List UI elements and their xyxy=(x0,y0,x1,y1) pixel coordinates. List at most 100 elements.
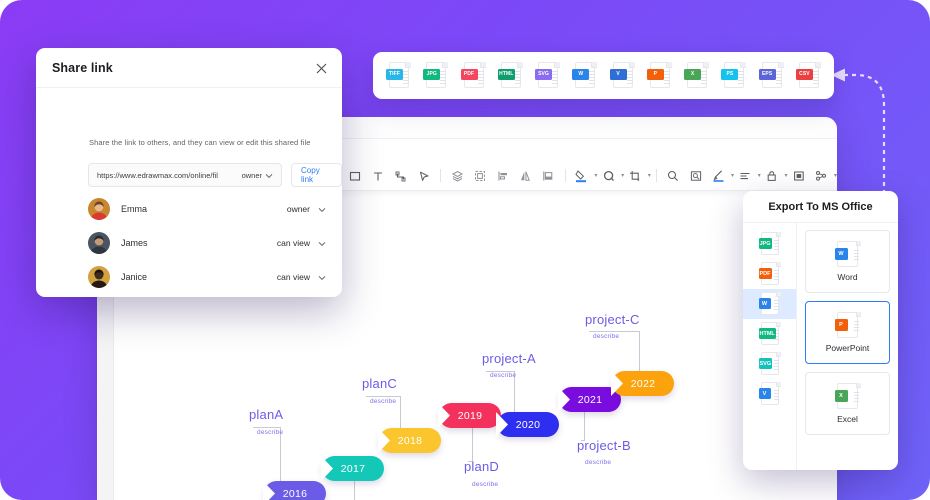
share-url-permission[interactable]: owner xyxy=(242,171,262,180)
timeline-leader-line xyxy=(400,396,401,428)
timeline-describe: describe xyxy=(593,333,620,340)
export-card-excel[interactable]: X Excel xyxy=(805,372,890,435)
zoom-icon[interactable] xyxy=(662,165,685,187)
timeline-label: project-A xyxy=(482,351,536,366)
copy-link-button[interactable]: Copy link xyxy=(291,163,342,187)
export-card-powerpoint[interactable]: P PowerPoint xyxy=(805,301,890,364)
connector-icon[interactable] xyxy=(389,165,412,187)
person-role[interactable]: can view xyxy=(277,272,310,282)
format-icon-csv[interactable]: CSV xyxy=(795,61,821,90)
chevron-down-icon[interactable] xyxy=(318,234,326,252)
export-rail-item-jpg[interactable]: JPG xyxy=(743,229,796,259)
page-fold xyxy=(628,61,635,68)
export-rail-item-v[interactable]: V xyxy=(743,379,796,409)
export-rail-item-svg[interactable]: SVG xyxy=(743,349,796,379)
export-format-rail: JPG PDF W HTML SVG V xyxy=(743,223,797,470)
timeline-describe: describe xyxy=(257,429,284,436)
person-role[interactable]: owner xyxy=(287,204,310,214)
crop-icon[interactable] xyxy=(624,165,647,187)
export-card-word[interactable]: W Word xyxy=(805,230,890,293)
line-style-icon[interactable] xyxy=(734,165,757,187)
text-icon[interactable] xyxy=(367,165,390,187)
format-label: JPG xyxy=(423,68,441,80)
format-label: PS xyxy=(721,68,739,80)
format-icon-eps[interactable]: EPS xyxy=(758,61,784,90)
cursor-icon[interactable] xyxy=(412,165,435,187)
format-icon-w[interactable]: W xyxy=(572,61,598,90)
share-url-field[interactable]: https://www.edrawmax.com/online/fil owne… xyxy=(88,163,283,187)
page-fold xyxy=(740,61,747,68)
person-name: James xyxy=(121,238,148,248)
format-icon-html[interactable]: HTML xyxy=(497,61,523,90)
chevron-down-icon[interactable] xyxy=(318,200,326,218)
line-color-icon[interactable] xyxy=(597,165,620,187)
page-lines xyxy=(552,70,559,86)
export-rail-item-pdf[interactable]: PDF xyxy=(743,259,796,289)
page-lines xyxy=(663,70,670,86)
arrange-icon[interactable] xyxy=(810,165,833,187)
timeline-leader-line xyxy=(589,331,640,332)
align-left-icon[interactable] xyxy=(491,165,514,187)
toolbar-separator xyxy=(564,169,566,182)
format-icon-svg[interactable]: SVG xyxy=(535,61,561,90)
timeline-label: planD xyxy=(464,459,499,474)
rectangle-icon[interactable] xyxy=(344,165,367,187)
file-icon: HTML xyxy=(758,322,781,346)
timeline-describe: describe xyxy=(472,481,499,488)
lock-icon[interactable] xyxy=(761,165,784,187)
format-label: CSV xyxy=(795,68,813,80)
close-icon[interactable] xyxy=(313,60,329,76)
format-icon-p[interactable]: P xyxy=(646,61,672,90)
toolbar-separator xyxy=(655,169,657,182)
timeline-chip-2016[interactable]: 2016 xyxy=(264,481,326,500)
layers-icon[interactable] xyxy=(446,165,469,187)
page-lines xyxy=(701,70,708,86)
share-dialog-subtitle: Share the link to others, and they can v… xyxy=(89,138,311,147)
group-icon[interactable] xyxy=(469,165,492,187)
person-role[interactable]: can view xyxy=(277,238,310,248)
timeline-label: planA xyxy=(249,407,284,422)
page-lines xyxy=(403,70,409,86)
page-fold xyxy=(554,61,561,68)
file-icon: P xyxy=(834,312,861,339)
timeline-leader-line xyxy=(366,396,401,397)
format-icon-v[interactable]: V xyxy=(609,61,635,90)
fill-color-icon[interactable] xyxy=(571,165,594,187)
find-replace-icon[interactable] xyxy=(685,165,708,187)
format-icon-pdf[interactable]: PDF xyxy=(460,61,486,90)
format-label: TIFF xyxy=(386,68,403,80)
format-label: SVG xyxy=(535,68,553,80)
timeline-label: project-C xyxy=(585,312,640,327)
format-icon-x[interactable]: X xyxy=(684,61,710,90)
export-rail-item-html[interactable]: HTML xyxy=(743,319,796,349)
format-icon-ps[interactable]: PS xyxy=(721,61,747,90)
shadow-icon[interactable] xyxy=(788,165,811,187)
timeline-label: planC xyxy=(362,376,397,391)
avatar xyxy=(88,232,110,254)
align-bottom-icon[interactable] xyxy=(537,165,560,187)
file-icon: W xyxy=(834,241,861,268)
pen-icon[interactable] xyxy=(707,165,730,187)
file-icon: PDF xyxy=(758,262,781,286)
page-fold xyxy=(405,61,411,68)
share-link-dialog: Share link Share the link to others, and… xyxy=(36,48,342,297)
page-fold xyxy=(479,61,486,68)
format-label: EPS xyxy=(758,68,776,80)
export-format-strip: TIFF JPG PDF HTML SVG W V P X PS EPS CSV xyxy=(373,52,834,99)
page-fold xyxy=(516,61,523,68)
page-lines xyxy=(626,70,633,86)
chevron-down-icon[interactable] xyxy=(318,268,326,286)
flip-vertical-icon[interactable] xyxy=(514,165,537,187)
file-icon: V xyxy=(758,382,781,406)
page-fold xyxy=(703,61,710,68)
page-lines xyxy=(477,70,484,86)
arrange-caret[interactable]: ▾ xyxy=(834,172,837,179)
chevron-down-icon[interactable] xyxy=(265,166,273,184)
format-label: W xyxy=(572,68,590,80)
format-icon-jpg[interactable]: JPG xyxy=(423,61,449,90)
export-rail-item-w[interactable]: W xyxy=(743,289,796,319)
file-icon: JPG xyxy=(758,232,781,256)
format-icon-tiff[interactable]: TIFF xyxy=(386,61,411,90)
crop-caret[interactable]: ▾ xyxy=(648,172,651,179)
share-dialog-title: Share link xyxy=(52,60,113,75)
